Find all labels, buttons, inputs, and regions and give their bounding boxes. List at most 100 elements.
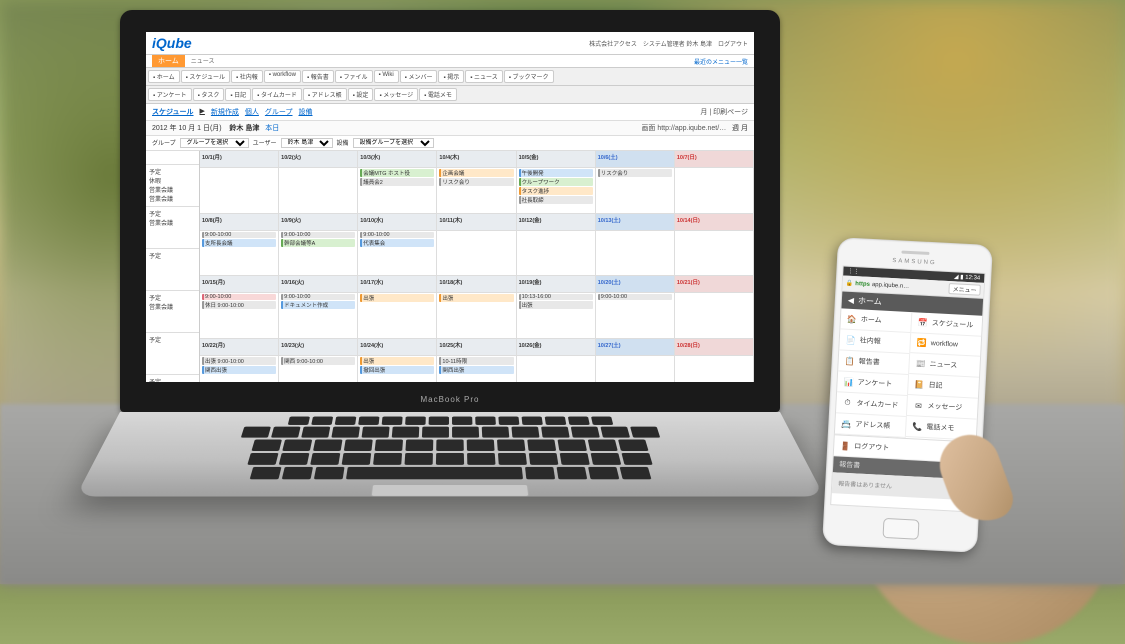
calendar-event[interactable]: 会議MTG ホスト役 bbox=[360, 169, 434, 177]
phone-home-button[interactable] bbox=[882, 518, 919, 540]
nav-back-icon[interactable]: ◀ bbox=[848, 296, 855, 305]
filter-equip-select[interactable]: 設備グループを選択 bbox=[353, 138, 434, 148]
day-header[interactable]: 10/26(金) bbox=[517, 339, 596, 356]
calendar-cell[interactable]: 9:00-10:00代表集会 bbox=[358, 231, 437, 276]
toolbar-タスク[interactable]: ▪ タスク bbox=[193, 88, 225, 101]
calendar-cell[interactable]: 出張撤回出張 bbox=[358, 356, 437, 382]
menu-item-アドレス帳[interactable]: 📇アドレス帳 bbox=[835, 413, 906, 438]
calendar-event[interactable]: 支所長会議 bbox=[202, 239, 276, 247]
toolbar-ファイル[interactable]: ▪ ファイル bbox=[335, 70, 373, 83]
calendar-cell[interactable]: 企画会議リスク会り bbox=[437, 168, 516, 213]
calendar-cell[interactable]: 10-11時限関西出張 bbox=[437, 356, 516, 382]
calendar-event[interactable]: 午後開発 bbox=[519, 169, 593, 177]
day-header[interactable]: 10/23(火) bbox=[279, 339, 358, 356]
toolbar-報告書[interactable]: ▪ 報告書 bbox=[302, 70, 334, 83]
calendar-event[interactable]: 9:00-10:00 bbox=[281, 294, 355, 300]
calendar-cell[interactable] bbox=[596, 356, 675, 382]
calendar-cell[interactable]: 9:00-10:00休日 9:00-10:00 bbox=[200, 293, 279, 338]
calendar-cell[interactable]: 9:00-10:00幹部会議等A bbox=[279, 231, 358, 276]
day-header[interactable]: 10/13(土) bbox=[596, 214, 675, 231]
calendar-cell[interactable] bbox=[675, 356, 754, 382]
calendar-cell[interactable] bbox=[279, 168, 358, 213]
current-date[interactable]: 2012 年 10 月 1 日(月) bbox=[152, 125, 222, 132]
toolbar-workflow[interactable]: ▪ workflow bbox=[264, 70, 301, 83]
current-user[interactable]: 鈴木 島津 bbox=[229, 125, 259, 132]
calendar-cell[interactable]: 午後開発クループワークタスク進捗社長取締 bbox=[517, 168, 596, 213]
calendar-cell[interactable]: 10:13-16:00出張 bbox=[517, 293, 596, 338]
calendar-cell[interactable] bbox=[517, 231, 596, 276]
toolbar-タイムカード[interactable]: ▪ タイムカード bbox=[252, 88, 302, 101]
toolbar-設定[interactable]: ▪ 設定 bbox=[348, 88, 374, 101]
day-header[interactable]: 10/7(日) bbox=[675, 151, 754, 168]
day-header[interactable]: 10/6(土) bbox=[596, 151, 675, 168]
calendar-cell[interactable] bbox=[675, 231, 754, 276]
calendar-cell[interactable]: 会議MTG ホスト役議員会2 bbox=[358, 168, 437, 213]
day-header[interactable]: 10/19(金) bbox=[517, 276, 596, 293]
day-header[interactable]: 10/3(水) bbox=[358, 151, 437, 168]
day-header[interactable]: 10/12(金) bbox=[517, 214, 596, 231]
calendar-cell[interactable]: 9:00-10:00 bbox=[596, 293, 675, 338]
day-header[interactable]: 10/1(月) bbox=[200, 151, 279, 168]
recent-menu-link[interactable]: 最近のメニュー一覧 bbox=[694, 57, 748, 66]
calendar-event[interactable]: 休日 9:00-10:00 bbox=[202, 301, 276, 309]
toolbar-アドレス帳[interactable]: ▪ アドレス帳 bbox=[303, 88, 347, 101]
today-link[interactable]: 本日 bbox=[265, 125, 279, 132]
calendar-event[interactable]: 出張 bbox=[439, 294, 513, 302]
calendar-event[interactable]: 出張 9:00-10:00 bbox=[202, 357, 276, 365]
calendar-cell[interactable] bbox=[675, 293, 754, 338]
calendar-event[interactable]: 出張 bbox=[360, 294, 434, 302]
calendar-event[interactable]: タスク進捗 bbox=[519, 187, 593, 195]
day-header[interactable]: 10/28(日) bbox=[675, 339, 754, 356]
calendar-cell[interactable]: 関西 9:00-10:00 bbox=[279, 356, 358, 382]
calendar-cell[interactable] bbox=[437, 231, 516, 276]
day-header[interactable]: 10/24(水) bbox=[358, 339, 437, 356]
browser-menu-button[interactable]: メニュー bbox=[948, 283, 981, 296]
day-header[interactable]: 10/16(火) bbox=[279, 276, 358, 293]
day-header[interactable]: 10/10(水) bbox=[358, 214, 437, 231]
calendar-event[interactable]: 出張 bbox=[360, 357, 434, 365]
calendar-event[interactable]: リスク会り bbox=[439, 178, 513, 186]
calendar-event[interactable]: 9:00-10:00 bbox=[598, 294, 672, 300]
breadcrumb-personal[interactable]: 個人 bbox=[245, 107, 259, 117]
calendar-event[interactable]: リスク会り bbox=[598, 169, 672, 177]
calendar-cell[interactable]: 9:00-10:00ドキュメント作成 bbox=[279, 293, 358, 338]
day-header[interactable]: 10/4(木) bbox=[437, 151, 516, 168]
day-header[interactable]: 10/25(木) bbox=[437, 339, 516, 356]
trackpad[interactable] bbox=[371, 484, 530, 496]
breadcrumb-new[interactable]: 新規作成 bbox=[211, 107, 239, 117]
view-toggle[interactable]: 週 月 bbox=[732, 125, 748, 132]
toolbar-社内報[interactable]: ▪ 社内報 bbox=[231, 70, 263, 83]
calendar-event[interactable]: 代表集会 bbox=[360, 239, 434, 247]
print-link[interactable]: 月 | 印刷ページ bbox=[700, 107, 748, 117]
calendar-cell[interactable] bbox=[517, 356, 596, 382]
toolbar-メッセージ[interactable]: ▪ メッセージ bbox=[374, 88, 418, 101]
calendar-cell[interactable]: 出張 9:00-10:00関西出張 bbox=[200, 356, 279, 382]
day-header[interactable]: 10/21(日) bbox=[675, 276, 754, 293]
toolbar-ニュース[interactable]: ▪ ニュース bbox=[465, 70, 503, 83]
toolbar-電話メモ[interactable]: ▪ 電話メモ bbox=[419, 88, 457, 101]
calendar-event[interactable]: 9:00-10:00 bbox=[202, 294, 276, 300]
calendar-event[interactable]: 関西出張 bbox=[202, 366, 276, 374]
breadcrumb-equipment[interactable]: 設備 bbox=[299, 107, 313, 117]
calendar-event[interactable]: 幹部会議等A bbox=[281, 239, 355, 247]
calendar-event[interactable]: 10:13-16:00 bbox=[519, 294, 593, 300]
calendar-cell[interactable]: 出張 bbox=[358, 293, 437, 338]
calendar-cell[interactable] bbox=[675, 168, 754, 213]
calendar-event[interactable]: 9:00-10:00 bbox=[281, 232, 355, 238]
toolbar-アンケート[interactable]: ▪ アンケート bbox=[148, 88, 192, 101]
calendar-cell[interactable]: 9:00-10:00支所長会議 bbox=[200, 231, 279, 276]
day-header[interactable]: 10/14(日) bbox=[675, 214, 754, 231]
calendar-event[interactable]: 9:00-10:00 bbox=[360, 232, 434, 238]
calendar-event[interactable]: 企画会議 bbox=[439, 169, 513, 177]
day-header[interactable]: 10/20(土) bbox=[596, 276, 675, 293]
header-user-info[interactable]: 株式会社アクセス システム管理者 鈴木 島津 ログアウト bbox=[589, 39, 748, 48]
calendar-event[interactable]: 10-11時限 bbox=[439, 357, 513, 365]
calendar-event[interactable]: クループワーク bbox=[519, 178, 593, 186]
day-header[interactable]: 10/5(金) bbox=[517, 151, 596, 168]
calendar-event[interactable]: 関西 9:00-10:00 bbox=[281, 357, 355, 365]
day-header[interactable]: 10/15(月) bbox=[200, 276, 279, 293]
filter-group-select[interactable]: グループを選択 bbox=[180, 138, 249, 148]
toolbar-Wiki[interactable]: ▪ Wiki bbox=[374, 70, 399, 83]
calendar-cell[interactable]: 出張 bbox=[437, 293, 516, 338]
day-header[interactable]: 10/9(火) bbox=[279, 214, 358, 231]
